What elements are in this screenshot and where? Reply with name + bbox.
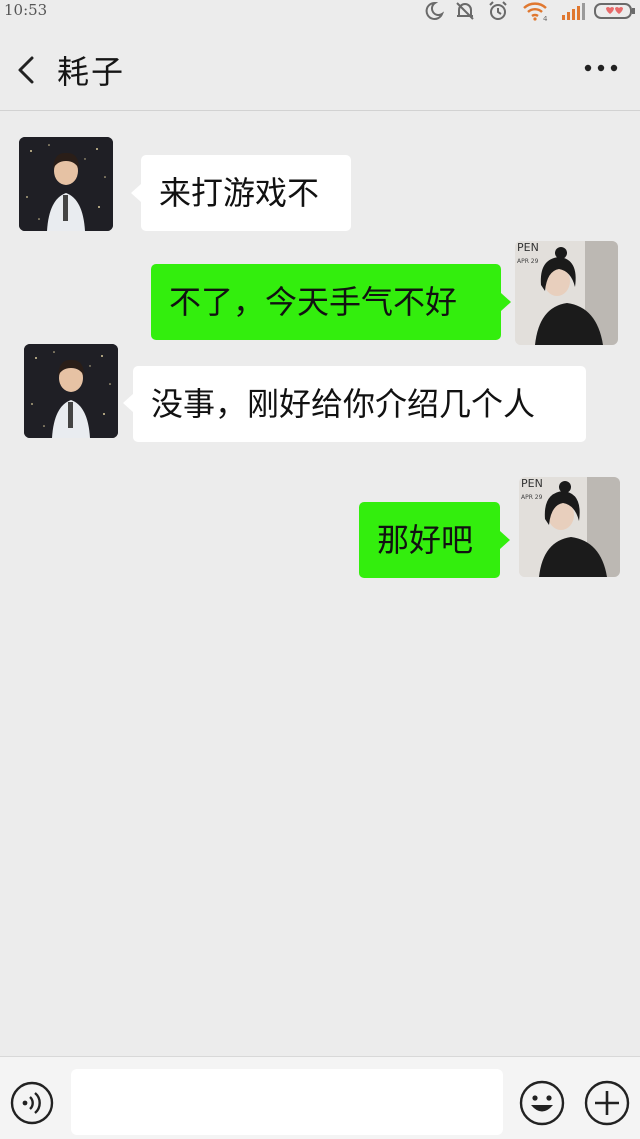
message-text: 不了，今天手气不好 [169,283,458,321]
bell-off-icon [456,2,474,20]
avatar-self-image: PEN APR 29 [519,477,620,577]
status-bar: 10:53 4 [0,0,640,22]
avatar-contact[interactable] [19,137,113,231]
svg-text:APR 29: APR 29 [517,258,539,265]
chevron-left-icon[interactable] [12,52,40,88]
svg-text:PEN: PEN [521,477,543,490]
chat-title: 耗子 [57,53,126,91]
status-time: 10:53 [4,1,48,19]
avatar-contact-image [24,344,118,438]
message-text: 没事，刚好给你介绍几个人 [151,385,536,423]
plus-icon[interactable] [584,1080,630,1126]
svg-text:PEN: PEN [517,241,539,254]
alarm-icon [489,1,507,20]
svg-text:APR 29: APR 29 [521,494,543,501]
avatar-self-image: PEN APR 29 [515,241,618,345]
moon-icon [425,1,444,20]
message-bubble-incoming[interactable]: 来打游戏不 [141,155,351,231]
message-text: 那好吧 [377,521,474,559]
bubble-tail [131,184,141,202]
voice-icon[interactable] [10,1081,54,1125]
message-bubble-outgoing[interactable]: 那好吧 [359,502,500,578]
bubble-tail [123,394,133,412]
battery-icon [594,3,635,19]
more-dots-icon[interactable] [584,62,618,74]
signal-icon [562,3,585,20]
avatar-self[interactable]: PEN APR 29 [519,477,620,577]
title-bar: 耗子 [0,22,640,111]
input-bar [0,1056,640,1139]
message-bubble-incoming[interactable]: 没事，刚好给你介绍几个人 [133,366,586,442]
svg-text:4: 4 [543,15,548,21]
avatar-self[interactable]: PEN APR 29 [515,241,618,345]
avatar-contact[interactable] [24,344,118,438]
bubble-tail [500,531,510,549]
wifi-icon: 4 [523,2,548,21]
bubble-tail [501,293,511,311]
message-bubble-outgoing[interactable]: 不了，今天手气不好 [151,264,501,340]
avatar-contact-image [19,137,113,231]
message-text: 来打游戏不 [159,174,320,212]
emoji-icon[interactable] [519,1080,565,1126]
message-input[interactable] [71,1069,503,1135]
